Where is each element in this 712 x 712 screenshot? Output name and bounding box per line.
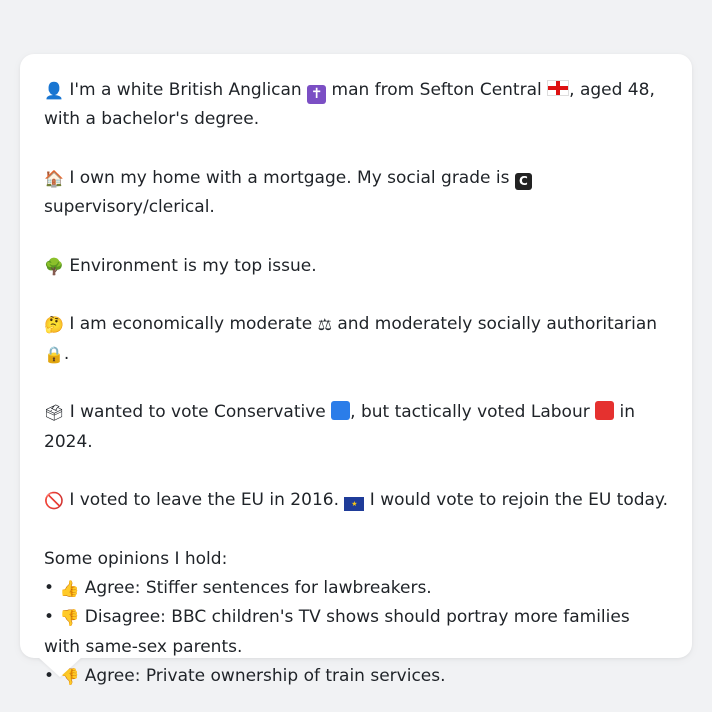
opinion-text: Disagree: BBC children's TV shows should… xyxy=(44,607,630,657)
vote-line: 🗳 I wanted to vote Conservative , but ta… xyxy=(44,398,668,457)
opinion-item: • 👎 Agree: Private ownership of train se… xyxy=(44,662,668,691)
conservative-square-icon xyxy=(331,401,351,421)
ideology-line: 🤔 I am economically moderate ⚖ and moder… xyxy=(44,310,668,369)
brexit-text-1: I voted to leave the EU in 2016. xyxy=(63,490,345,511)
bullet: • xyxy=(44,578,55,599)
identity-line: 👤 I'm a white British Anglican ✝ man fro… xyxy=(44,76,668,135)
opinion-text: Agree: Private ownership of train servic… xyxy=(79,665,446,686)
labour-square-icon xyxy=(595,401,615,421)
ballot-box-icon: 🗳 xyxy=(44,403,65,423)
thumbs-up-icon: 👍 xyxy=(59,579,80,599)
housing-line: 🏠 I own my home with a mortgage. My soci… xyxy=(44,164,668,223)
prohibited-icon: 🚫 xyxy=(44,491,64,511)
ideology-text-2: and moderately socially authoritarian xyxy=(331,314,658,335)
vote-text-1: I wanted to vote Conservative xyxy=(64,402,332,423)
identity-text-1: I'm a white British Anglican xyxy=(63,80,308,100)
scales-icon: ⚖ xyxy=(317,315,332,335)
eu-flag-icon: ★ xyxy=(344,497,365,512)
house-icon: 🏠 xyxy=(44,168,64,188)
lock-icon: 🔒 xyxy=(44,344,64,364)
bubble-tail xyxy=(38,657,82,677)
housing-text-1: I own my home with a mortgage. My social… xyxy=(63,167,515,188)
thinking-face-icon: 🤔 xyxy=(44,315,64,335)
brexit-line: 🚫 I voted to leave the EU in 2016. ★ I w… xyxy=(44,486,668,515)
bullet: • xyxy=(44,607,55,628)
opinion-item: • 👎 Disagree: BBC children's TV shows sh… xyxy=(44,603,668,662)
opinion-text: Agree: Stiffer sentences for lawbreakers… xyxy=(79,578,432,599)
issue-text: Environment is my top issue. xyxy=(63,255,317,276)
opinions-heading: Some opinions I hold: xyxy=(44,548,228,569)
cross-icon: ✝ xyxy=(307,85,327,104)
profile-message-bubble: 👤 I'm a white British Anglican ✝ man fro… xyxy=(20,54,692,686)
housing-text-2: supervisory/clerical. xyxy=(44,197,215,218)
grade-c-icon: C xyxy=(514,172,532,190)
identity-text-2: man from Sefton Central xyxy=(326,80,548,100)
issue-line: 🌳 Environment is my top issue. xyxy=(44,252,668,281)
brexit-text-2: I would vote to rejoin the EU today. xyxy=(364,490,668,511)
profile-content: 👤 I'm a white British Anglican ✝ man fro… xyxy=(44,76,668,691)
person-icon: 👤 xyxy=(44,81,64,100)
tree-icon: 🌳 xyxy=(44,256,64,276)
england-flag-icon xyxy=(547,80,570,96)
ideology-text-1: I am economically moderate xyxy=(63,314,318,335)
ideology-text-3: . xyxy=(63,343,70,364)
thumbs-down-icon: 👎 xyxy=(59,608,80,628)
vote-text-2: , but tactically voted Labour xyxy=(350,402,596,423)
opinion-item: • 👍 Agree: Stiffer sentences for lawbrea… xyxy=(44,574,668,603)
